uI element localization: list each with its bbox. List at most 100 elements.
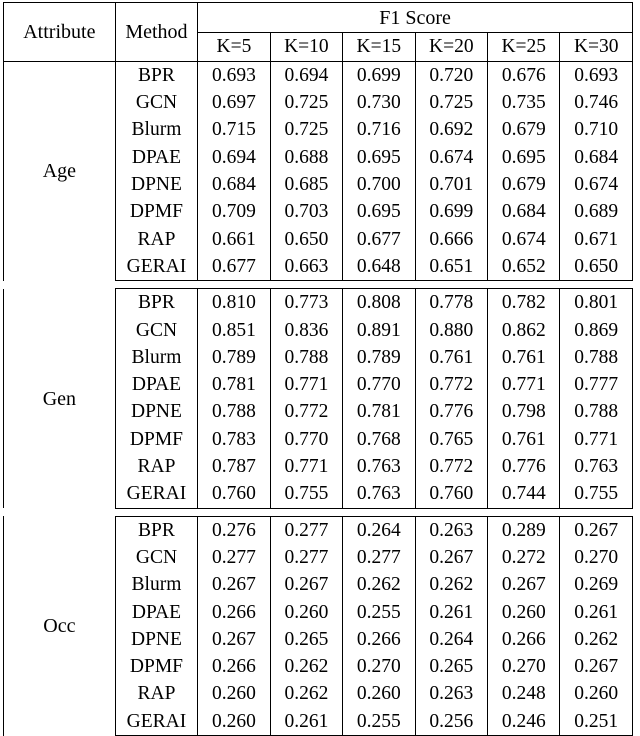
score-cell: 0.730 <box>342 89 416 117</box>
score-cell: 0.260 <box>269 598 344 626</box>
score-cell: 0.652 <box>487 253 561 282</box>
score-cell: 0.788 <box>197 398 271 426</box>
score-cell: 0.788 <box>269 343 344 372</box>
score-cell: 0.772 <box>269 398 344 426</box>
method-cell: DPMF <box>114 653 199 681</box>
block-separator <box>4 281 633 289</box>
method-cell: GERAI <box>114 253 199 282</box>
header-row-top: Attribute Method F1 Score <box>3 2 633 62</box>
table-row: Occ BPR 0.276 0.277 0.264 0.263 0.289 0.267 <box>3 515 633 736</box>
column-group-header-f1-score: F1 Score <box>197 2 633 33</box>
score-cell: 0.684 <box>197 171 271 199</box>
score-cell: 0.688 <box>269 143 344 172</box>
score-cell: 0.671 <box>559 225 633 254</box>
column-header-method: Method <box>114 2 199 62</box>
score-cell: 0.260 <box>197 707 271 736</box>
score-cell: 0.772 <box>414 453 489 481</box>
method-cell: DPMF <box>114 425 199 454</box>
score-cell: 0.267 <box>197 571 271 599</box>
score-cell: 0.255 <box>342 598 416 626</box>
score-cell: 0.771 <box>559 425 633 454</box>
score-cell: 0.692 <box>414 116 489 144</box>
score-cell: 0.663 <box>269 253 344 282</box>
score-cell: 0.266 <box>197 598 271 626</box>
score-cell: 0.261 <box>269 707 344 736</box>
table-row: Gen BPR 0.810 0.773 0.808 0.778 0.782 0.801 <box>3 288 633 509</box>
score-cell: 0.788 <box>559 343 633 372</box>
score-cell: 0.695 <box>487 143 561 172</box>
method-cell: GCN <box>114 89 199 117</box>
score-cell: 0.262 <box>342 571 416 599</box>
method-cell: DPNE <box>114 398 199 426</box>
score-cell: 0.674 <box>487 225 561 254</box>
method-cell: GCN <box>114 544 199 572</box>
score-cell: 0.851 <box>197 316 271 344</box>
method-cell: GERAI <box>114 480 199 509</box>
score-cell: 0.260 <box>487 598 561 626</box>
method-cell: DPNE <box>114 171 199 199</box>
score-cell: 0.701 <box>414 171 489 199</box>
attribute-cell: Age <box>3 61 116 281</box>
score-cell: 0.267 <box>197 625 271 654</box>
score-cell: 0.267 <box>414 544 489 572</box>
score-cell: 0.862 <box>487 316 561 344</box>
score-cell: 0.761 <box>487 343 561 372</box>
score-cell: 0.808 <box>342 288 416 317</box>
method-cell: GERAI <box>114 707 199 736</box>
score-cell: 0.277 <box>342 544 416 572</box>
score-cell: 0.679 <box>487 116 561 144</box>
method-cell: BPR <box>114 515 199 545</box>
score-cell: 0.693 <box>559 61 633 90</box>
score-cell: 0.676 <box>487 61 561 90</box>
score-cell: 0.695 <box>342 198 416 226</box>
score-cell: 0.771 <box>487 371 561 399</box>
score-cell: 0.700 <box>342 171 416 199</box>
score-cell: 0.761 <box>414 343 489 372</box>
score-cell: 0.735 <box>487 89 561 117</box>
score-cell: 0.783 <box>197 425 271 454</box>
score-cell: 0.262 <box>414 571 489 599</box>
method-cell: Blurm <box>114 571 199 599</box>
score-cell: 0.685 <box>269 171 344 199</box>
score-cell: 0.267 <box>487 571 561 599</box>
score-cell: 0.782 <box>487 288 561 317</box>
column-header-k20: K=20 <box>414 32 489 62</box>
score-cell: 0.770 <box>269 425 344 454</box>
score-cell: 0.725 <box>269 89 344 117</box>
score-cell: 0.261 <box>414 598 489 626</box>
score-cell: 0.798 <box>487 398 561 426</box>
column-header-attribute: Attribute <box>3 2 116 62</box>
score-cell: 0.674 <box>414 143 489 172</box>
score-cell: 0.744 <box>487 480 561 509</box>
attribute-cell: Occ <box>3 516 116 736</box>
column-header-k15: K=15 <box>342 32 416 62</box>
score-cell: 0.710 <box>559 116 633 144</box>
score-cell: 0.699 <box>342 61 416 90</box>
score-cell: 0.262 <box>559 625 633 654</box>
table-head: Attribute Method F1 Score K=5 K=10 K=15 … <box>3 2 633 62</box>
method-cell: DPAE <box>114 143 199 172</box>
score-cell: 0.266 <box>487 625 561 654</box>
score-cell: 0.709 <box>197 198 271 226</box>
score-cell: 0.264 <box>414 625 489 654</box>
score-cell: 0.703 <box>269 198 344 226</box>
score-cell: 0.264 <box>342 515 416 545</box>
score-cell: 0.781 <box>197 371 271 399</box>
score-cell: 0.771 <box>269 453 344 481</box>
column-header-k30: K=30 <box>559 32 633 62</box>
score-cell: 0.256 <box>414 707 489 736</box>
score-cell: 0.650 <box>559 253 633 282</box>
score-cell: 0.760 <box>414 480 489 509</box>
score-cell: 0.777 <box>559 371 633 399</box>
score-cell: 0.684 <box>487 198 561 226</box>
score-cell: 0.716 <box>342 116 416 144</box>
score-cell: 0.746 <box>559 89 633 117</box>
score-cell: 0.770 <box>342 371 416 399</box>
score-cell: 0.650 <box>269 225 344 254</box>
score-cell: 0.772 <box>414 371 489 399</box>
score-cell: 0.267 <box>559 653 633 681</box>
method-cell: RAP <box>114 453 199 481</box>
score-cell: 0.810 <box>197 288 271 317</box>
block-separator <box>4 508 633 516</box>
score-cell: 0.270 <box>342 653 416 681</box>
